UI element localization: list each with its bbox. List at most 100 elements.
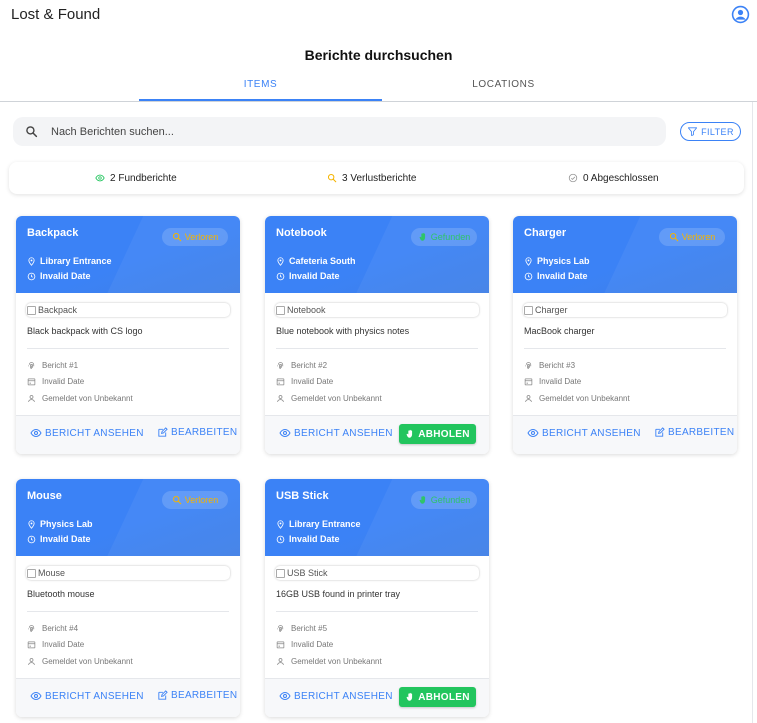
clock-icon (276, 272, 285, 281)
stat-lost-text: 3 Verlustberichte (342, 172, 417, 184)
page-title: Berichte durchsuchen (304, 47, 453, 63)
person-icon (27, 657, 36, 666)
broken-image-icon (27, 568, 36, 578)
stat-closed-text: 0 Abgeschlossen (583, 172, 659, 184)
broken-image-icon (276, 305, 285, 315)
location-text: Library Entrance (40, 256, 112, 266)
eye-icon (279, 427, 291, 439)
status-badge: Gefunden (411, 491, 477, 509)
location-text: Cafeteria South (289, 256, 356, 266)
clock-icon (27, 535, 36, 544)
item-description: Blue notebook with physics notes (276, 326, 410, 336)
search-icon (172, 232, 182, 242)
date-text: Invalid Date (289, 271, 340, 281)
reporter: Gemeldet von Unbekannt (524, 394, 630, 403)
fingerprint-icon (524, 361, 533, 370)
report-number: Bericht #3 (524, 361, 575, 370)
item-description: MacBook charger (524, 326, 595, 336)
divider (276, 611, 478, 612)
card-title: Charger (524, 227, 567, 239)
card-title: Backpack (27, 227, 79, 239)
eye-icon (95, 173, 105, 183)
account-circle-icon[interactable] (731, 5, 750, 24)
hand-icon (405, 692, 415, 702)
status-text: Verloren (681, 232, 716, 242)
clock-icon (276, 535, 285, 544)
edit-button[interactable]: BEARBEITEN (157, 427, 237, 438)
reporter: Gemeldet von Unbekannt (27, 657, 133, 666)
report-date: Invalid Date (276, 377, 333, 386)
card-header: Mouse Verloren Physics Lab Invalid Date (16, 479, 240, 556)
status-text: Gefunden (430, 495, 471, 505)
clock-icon (524, 272, 533, 281)
eye-icon (30, 690, 42, 702)
tab-locations[interactable]: LOCATIONS (382, 70, 625, 101)
view-report-button[interactable]: BERICHT ANSEHEN (527, 427, 641, 439)
item-description: Bluetooth mouse (27, 589, 95, 599)
report-number: Bericht #1 (27, 361, 78, 370)
view-report-button[interactable]: BERICHT ANSEHEN (30, 427, 144, 439)
edit-button[interactable]: BEARBEITEN (157, 690, 237, 701)
card-actions: BERICHT ANSEHEN BEARBEITEN (16, 678, 240, 717)
reporter: Gemeldet von Unbekannt (276, 657, 382, 666)
stats-bar: 2 Fundberichte 3 Verlustberichte 0 Abges… (9, 162, 744, 194)
search-icon (25, 125, 38, 138)
eye-icon (30, 427, 42, 439)
date-text: Invalid Date (40, 534, 91, 544)
stat-closed: 0 Abgeschlossen (568, 162, 659, 194)
check-circle-icon (568, 173, 578, 183)
status-text: Gefunden (430, 232, 471, 242)
card-date: Invalid Date (276, 534, 340, 544)
card-actions: BERICHT ANSEHEN BEARBEITEN (16, 415, 240, 454)
edit-icon (157, 690, 168, 701)
status-badge: Verloren (162, 228, 228, 246)
filter-icon (687, 126, 698, 137)
report-card-backpack: Backpack Verloren Library Entrance Inval… (16, 216, 240, 454)
broken-image-icon (276, 568, 285, 578)
view-report-button[interactable]: BERICHT ANSEHEN (30, 690, 144, 702)
card-location: Library Entrance (276, 519, 361, 529)
location-text: Physics Lab (40, 519, 93, 529)
pickup-button[interactable]: ABHOLEN (399, 687, 476, 707)
card-date: Invalid Date (27, 271, 91, 281)
date-text: Invalid Date (40, 271, 91, 281)
broken-image-icon (524, 305, 533, 315)
card-title: Notebook (276, 227, 327, 239)
filter-button[interactable]: FILTER (680, 122, 741, 141)
card-header: USB Stick Gefunden Library Entrance Inva… (265, 479, 489, 556)
date-text: Invalid Date (289, 534, 340, 544)
search-input[interactable] (51, 117, 651, 146)
location-text: Library Entrance (289, 519, 361, 529)
status-text: Verloren (184, 495, 219, 505)
stat-found-text: 2 Fundberichte (110, 172, 177, 184)
scrollbar[interactable] (752, 102, 757, 723)
report-card-charger: Charger Verloren Physics Lab Invalid Dat… (513, 216, 737, 454)
edit-button[interactable]: BEARBEITEN (654, 427, 734, 438)
card-actions: BERICHT ANSEHEN BEARBEITEN (513, 415, 737, 454)
stat-lost: 3 Verlustberichte (327, 162, 417, 194)
location-text: Physics Lab (537, 256, 590, 266)
view-report-button[interactable]: BERICHT ANSEHEN (279, 690, 393, 702)
edit-icon (654, 427, 665, 438)
tab-items[interactable]: ITEMS (139, 70, 382, 101)
pickup-button[interactable]: ABHOLEN (399, 424, 476, 444)
location-pin-icon (27, 256, 36, 266)
view-report-button[interactable]: BERICHT ANSEHEN (279, 427, 393, 439)
location-pin-icon (276, 519, 285, 529)
card-title: Mouse (27, 490, 62, 502)
image-alt-text: Backpack (38, 305, 78, 315)
fingerprint-icon (276, 624, 285, 633)
edit-icon (157, 427, 168, 438)
search-icon (327, 173, 337, 183)
status-text: Verloren (184, 232, 219, 242)
report-number: Bericht #5 (276, 624, 327, 633)
app-title: Lost & Found (11, 6, 101, 23)
app-bar: Lost & Found (0, 0, 757, 30)
card-date: Invalid Date (276, 271, 340, 281)
image-alt-text: Charger (535, 305, 568, 315)
fingerprint-icon (27, 624, 36, 633)
clock-icon (27, 272, 36, 281)
image-alt-text: Mouse (38, 568, 66, 578)
report-number: Bericht #4 (27, 624, 78, 633)
hand-icon (405, 429, 415, 439)
